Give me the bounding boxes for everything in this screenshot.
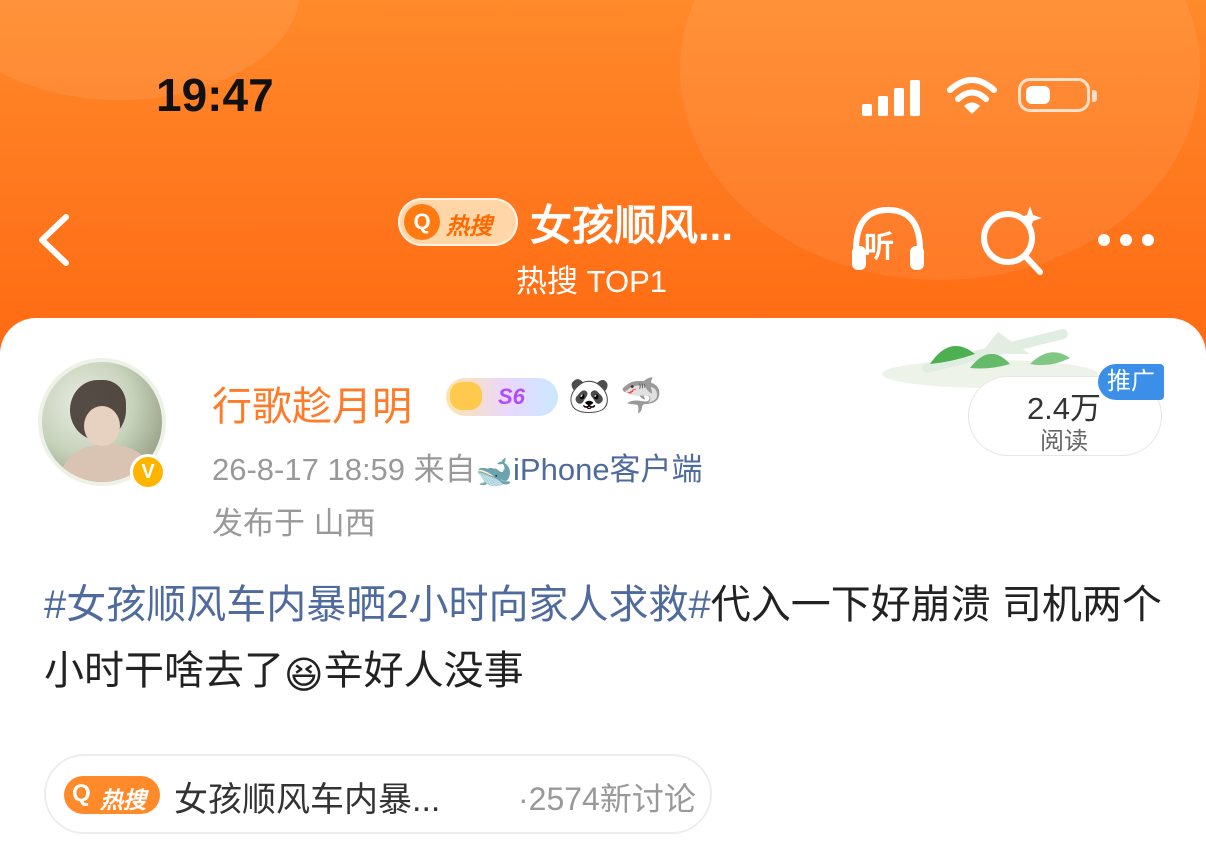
post-body: #女孩顺风车内暴晒2小时向家人求救#代入一下好崩溃 司机两个小时干啥去了😆辛好人… — [44, 572, 1164, 709]
source-client[interactable]: iPhone客户端 — [513, 452, 703, 487]
shark-icon: 🦈 — [620, 377, 663, 415]
source-prefix: 来自 — [413, 452, 476, 487]
wifi-icon — [947, 77, 997, 114]
hot-tag-label: 热搜 — [446, 213, 492, 239]
listen-button[interactable]: 听 — [848, 200, 928, 280]
chip-tag-label: 热搜 — [100, 787, 146, 813]
chip-title: 女孩顺风车内暴... — [174, 781, 441, 819]
status-time: 19:47 — [156, 69, 274, 121]
hot-search-tag: Q 热搜 — [398, 198, 518, 246]
promo-button[interactable]: 推广 — [1098, 364, 1164, 400]
squint-emoji-icon: 😆 — [284, 655, 324, 697]
post-timestamp: 26-8-17 18:59 — [212, 452, 406, 487]
verified-v-icon: V — [130, 454, 166, 490]
status-icons — [862, 76, 1102, 120]
post-text-2: 辛好人没事 — [323, 649, 524, 693]
level-label: S6 — [498, 384, 525, 409]
whale-icon: 🐋 — [475, 456, 514, 489]
page-subtitle: 热搜 TOP1 — [516, 264, 668, 299]
panda-icon: 🐼 — [568, 377, 611, 415]
chip-discussion-count: ·2574新讨论 — [518, 781, 696, 817]
back-arrow-icon[interactable] — [30, 205, 80, 275]
chat-bubble-icon — [450, 382, 482, 410]
post-location: 发布于 山西 — [212, 506, 376, 541]
signal-icon — [862, 76, 926, 116]
hot-search-title[interactable]: Q 热搜 女孩顺风... 热搜 TOP1 — [380, 186, 820, 299]
level-badge: S6 — [446, 378, 558, 416]
search-q-icon: Q — [404, 204, 440, 240]
chip-hot-tag: Q 热搜 — [64, 776, 160, 814]
page-title: 女孩顺风... — [530, 202, 734, 249]
username[interactable]: 行歌趁月明 — [212, 374, 412, 432]
listen-label: 听 — [864, 231, 894, 264]
search-sparkle-icon[interactable] — [972, 200, 1052, 280]
reads-label: 阅读 — [1040, 428, 1088, 455]
more-dots-icon[interactable] — [1090, 200, 1170, 280]
post-meta: 26-8-17 18:59 来自🐋iPhone客户端 — [212, 444, 703, 490]
top-header: 19:47 Q 热搜 女孩顺风... 热搜 TOP1 听 — [0, 0, 1206, 360]
battery-icon — [1018, 78, 1097, 112]
search-q-icon: Q — [72, 780, 91, 807]
hot-search-chip[interactable]: Q 热搜 女孩顺风车内暴... ·2574新讨论 — [44, 754, 712, 834]
post-hashtag[interactable]: #女孩顺风车内暴晒2小时向家人求救# — [44, 583, 711, 627]
